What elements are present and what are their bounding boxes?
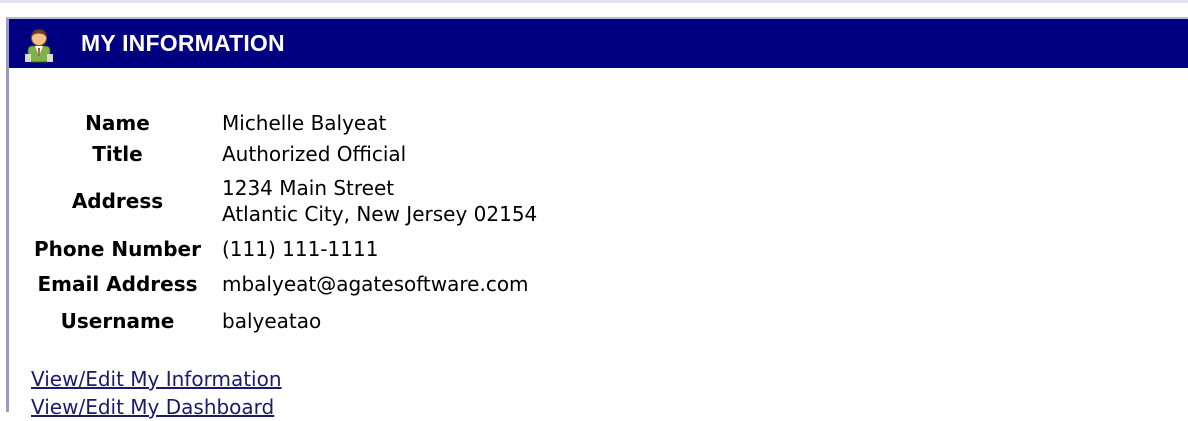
username-row: Username balyeatao <box>19 303 537 339</box>
phone-label: Phone Number <box>34 236 201 261</box>
title-row: Title Authorized Official <box>19 139 537 169</box>
username-label: Username <box>60 309 175 333</box>
email-value: mbalyeat@agatesoftware.com <box>222 272 529 296</box>
name-value: Michelle Balyeat <box>222 110 387 135</box>
address-row: Address 1234 Main Street Atlantic City, … <box>19 169 537 232</box>
address-line2: Atlantic City, New Jersey 02154 <box>222 201 538 226</box>
email-label: Email Address <box>37 272 198 296</box>
view-edit-dashboard-link[interactable]: View/Edit My Dashboard <box>31 393 282 421</box>
my-information-panel: MY INFORMATION Name Michelle Balyeat Tit… <box>6 17 1188 419</box>
my-information-table: Name Michelle Balyeat Title Authorized O… <box>19 106 537 339</box>
user-icon <box>25 28 53 62</box>
title-label: Title <box>92 142 143 166</box>
phone-row: Phone Number (111) 111-1111 <box>19 232 537 265</box>
address-label: Address <box>71 188 164 213</box>
address-value: 1234 Main Street Atlantic City, New Jers… <box>218 169 537 232</box>
name-label: Name <box>85 110 150 135</box>
panel-title: MY INFORMATION <box>81 30 285 56</box>
email-row: Email Address mbalyeat@agatesoftware.com <box>19 265 537 303</box>
panel-header: MY INFORMATION <box>9 19 1188 68</box>
phone-value: (111) 111-1111 <box>222 236 379 261</box>
panel-links: View/Edit My Information View/Edit My Da… <box>31 365 282 421</box>
page-frame: MY INFORMATION Name Michelle Balyeat Tit… <box>0 0 1188 419</box>
name-row: Name Michelle Balyeat <box>19 106 537 139</box>
title-value: Authorized Official <box>222 142 407 166</box>
view-edit-information-link[interactable]: View/Edit My Information <box>31 365 282 393</box>
username-value: balyeatao <box>222 309 322 333</box>
address-line1: 1234 Main Street <box>222 175 395 200</box>
